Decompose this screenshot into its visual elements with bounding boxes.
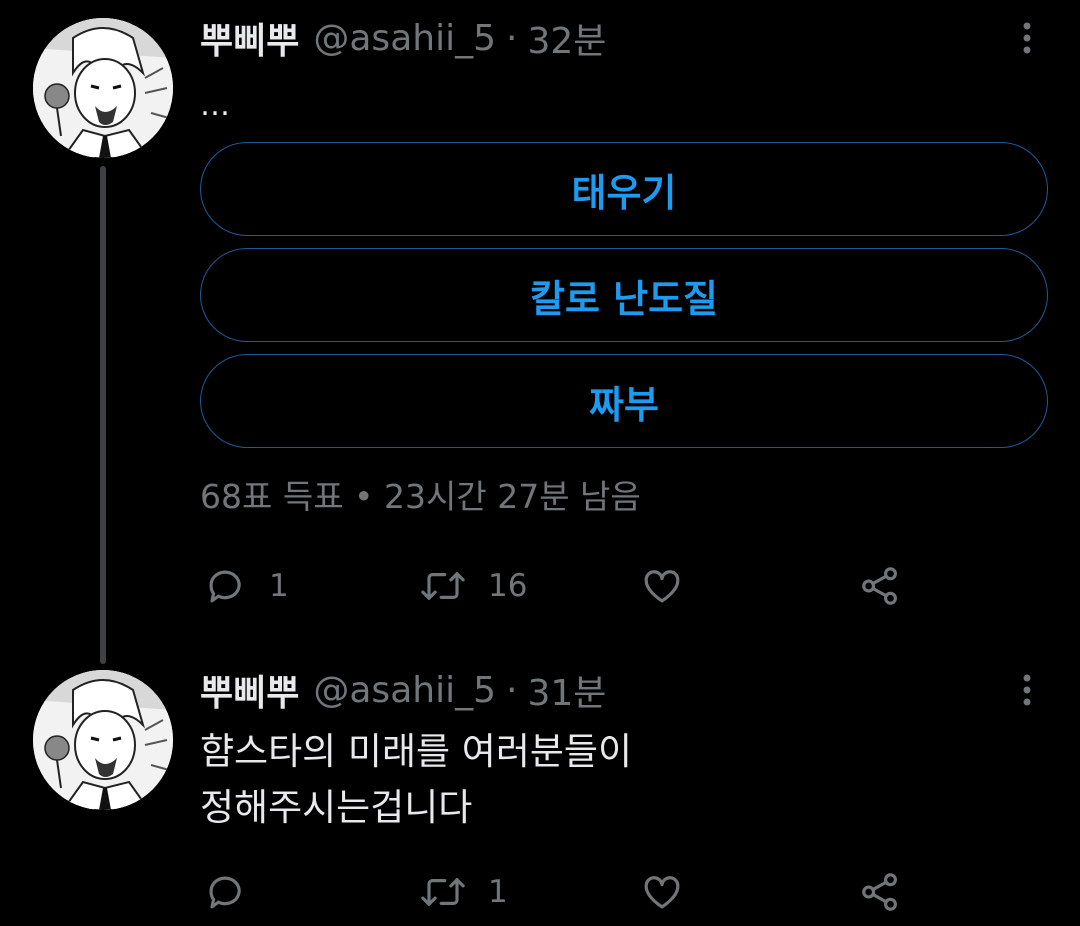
like-button[interactable] xyxy=(640,870,706,914)
heart-icon xyxy=(640,565,684,607)
poll-option[interactable]: 짜부 xyxy=(200,354,1048,448)
poll-option[interactable]: 태우기 xyxy=(200,142,1048,236)
handle[interactable]: @asahii_5 xyxy=(313,670,496,711)
avatar-illustration-icon xyxy=(33,670,173,810)
separator: · xyxy=(505,17,518,59)
share-button[interactable] xyxy=(858,564,902,608)
display-name[interactable]: 뿌삐뿌 xyxy=(200,664,299,716)
avatar-illustration-icon xyxy=(33,18,173,158)
more-vertical-icon xyxy=(1023,22,1031,54)
share-icon xyxy=(858,871,902,913)
reply-icon xyxy=(205,565,247,607)
retweet-count: 16 xyxy=(488,568,528,604)
retweet-icon xyxy=(420,565,466,607)
retweet-icon xyxy=(420,871,466,913)
reply-icon xyxy=(205,871,247,913)
retweet-button[interactable]: 1 xyxy=(420,870,508,914)
reply-button[interactable]: 1 xyxy=(205,564,289,608)
more-vertical-icon xyxy=(1023,674,1031,706)
avatar[interactable] xyxy=(33,18,173,158)
timestamp[interactable]: 32분 xyxy=(527,12,606,64)
poll-status: 68표 득표 • 23시간 27분 남음 xyxy=(200,477,641,516)
tweet-text: … xyxy=(200,88,231,123)
heart-icon xyxy=(640,871,684,913)
tweet[interactable]: 뿌삐뿌 @asahii_5 · 32분 … 태우기 칼로 난도질 짜부 68표 … xyxy=(0,0,1080,664)
like-button[interactable] xyxy=(640,564,706,608)
retweet-button[interactable]: 16 xyxy=(420,564,527,608)
more-options-button[interactable] xyxy=(1010,670,1044,710)
poll-option[interactable]: 칼로 난도질 xyxy=(200,248,1048,342)
tweet[interactable]: 뿌삐뿌 @asahii_5 · 31분 햠스타의 미래를 여러분들이 정해주시는… xyxy=(0,660,1080,926)
retweet-count: 1 xyxy=(488,874,508,910)
tweet-header: 뿌삐뿌 @asahii_5 · 32분 xyxy=(200,16,606,63)
tweet-header: 뿌삐뿌 @asahii_5 · 31분 xyxy=(200,668,606,715)
more-options-button[interactable] xyxy=(1010,18,1044,58)
avatar[interactable] xyxy=(33,670,173,810)
reply-count: 1 xyxy=(269,568,289,604)
timestamp[interactable]: 31분 xyxy=(527,664,606,716)
reply-button[interactable] xyxy=(205,870,269,914)
display-name[interactable]: 뿌삐뿌 xyxy=(200,12,299,64)
share-button[interactable] xyxy=(858,870,902,914)
tweet-text: 햠스타의 미래를 여러분들이 정해주시는겁니다 xyxy=(200,730,633,829)
thread-line xyxy=(100,166,106,664)
handle[interactable]: @asahii_5 xyxy=(313,18,496,59)
separator: · xyxy=(505,669,518,711)
share-icon xyxy=(858,565,902,607)
